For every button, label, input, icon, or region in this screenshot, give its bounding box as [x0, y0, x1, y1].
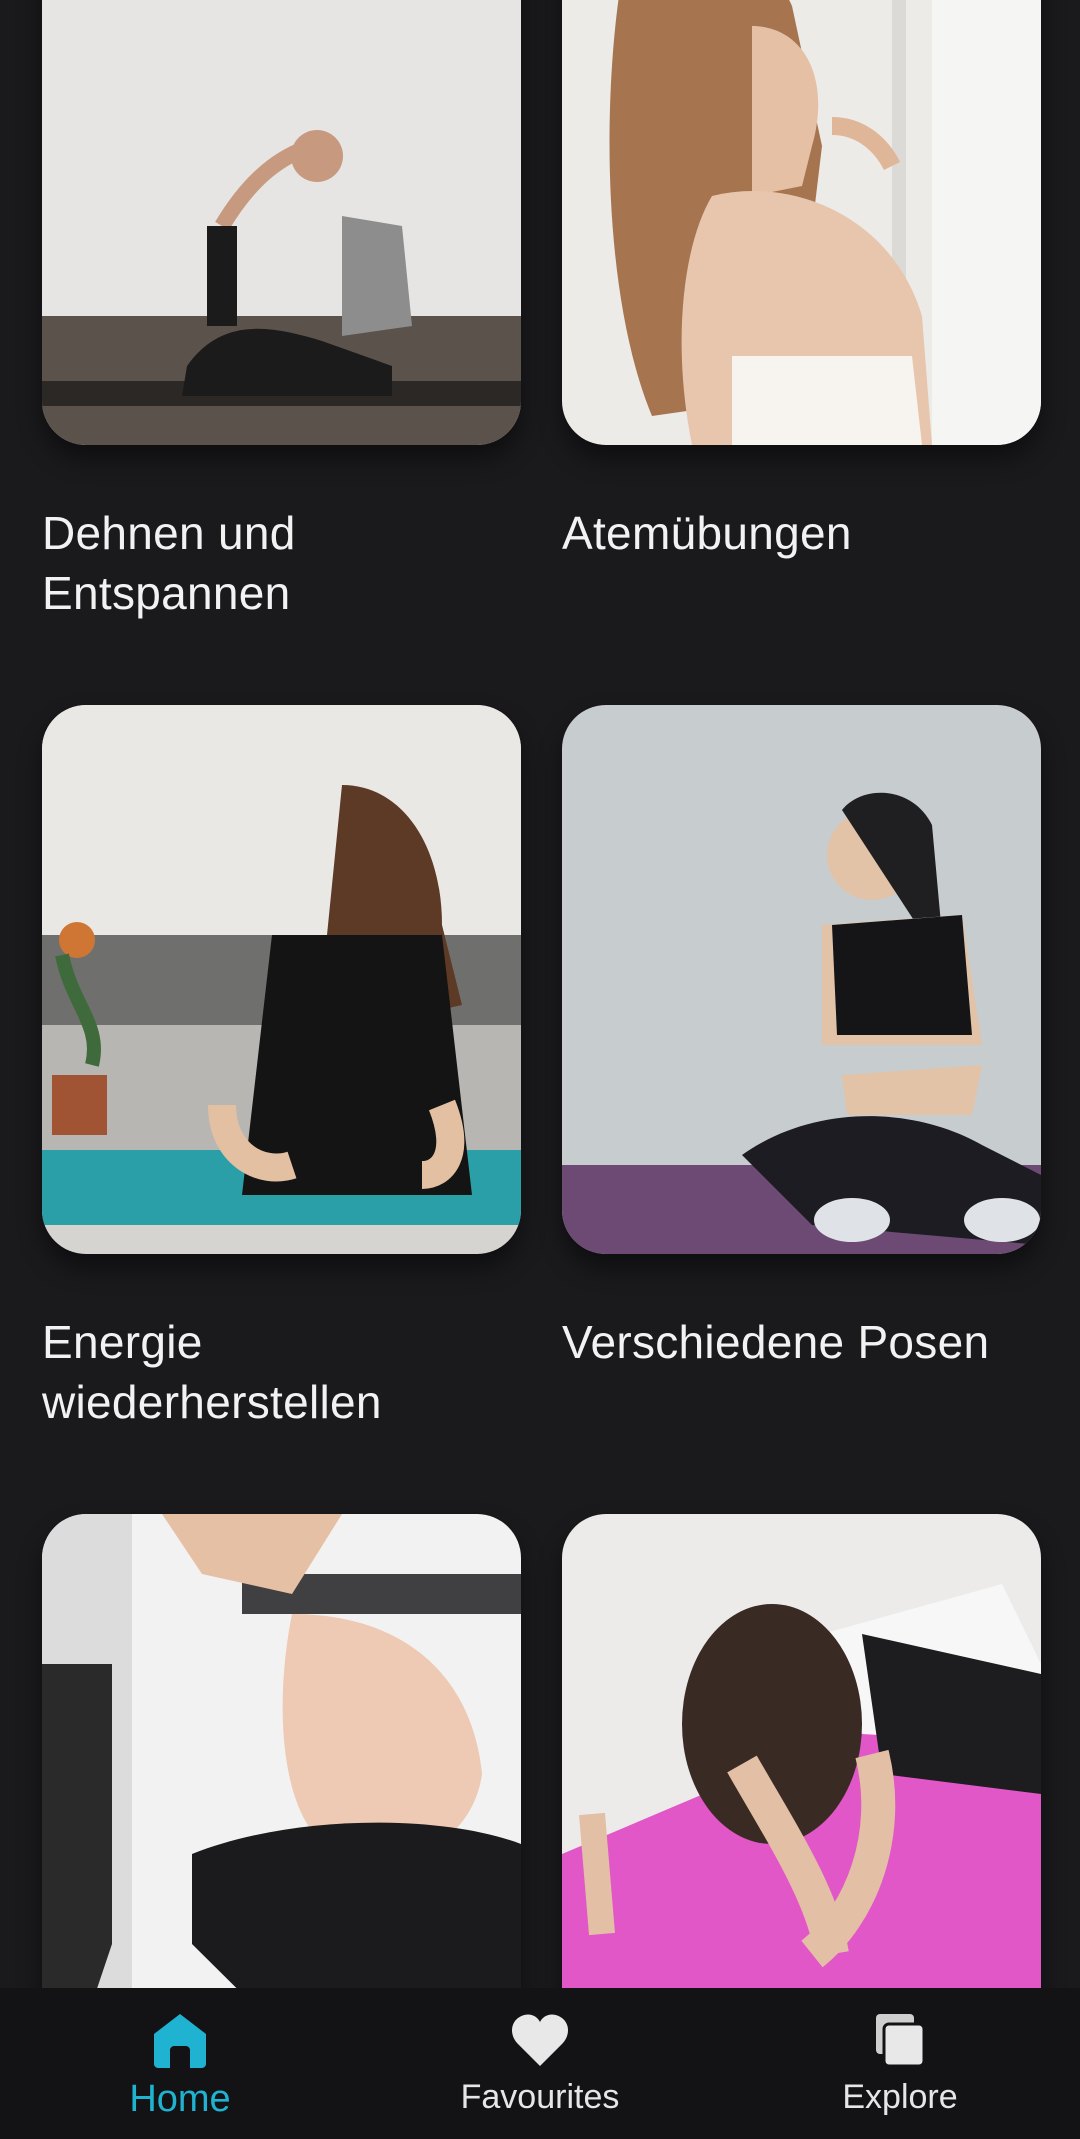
nav-explore-label: Explore [842, 2078, 958, 2116]
card-title: Energie wiederherstellen [42, 1316, 382, 1428]
card-image [42, 705, 521, 1254]
card-title: Dehnen und Entspannen [42, 507, 296, 619]
category-grid: Dehnen und Entspannen Atemübungen Energi… [0, 0, 1080, 1988]
card-image [42, 1514, 521, 1988]
category-card-breathing[interactable]: Atemübungen [562, 0, 1041, 563]
bottom-navigation: Home Favourites Explore [0, 1988, 1080, 2139]
category-card-relax[interactable] [562, 1514, 1041, 1988]
card-image [562, 705, 1041, 1254]
category-card-stretch[interactable]: Dehnen und Entspannen [42, 0, 521, 623]
card-image [562, 1514, 1041, 1988]
stacked-pages-icon [876, 2014, 926, 2068]
nav-home-label: Home [129, 2078, 231, 2120]
category-card-pregnancy[interactable] [42, 1514, 521, 1988]
home-icon [154, 2014, 206, 2068]
nav-home[interactable]: Home [0, 1988, 360, 2139]
nav-favourites-label: Favourites [460, 2078, 620, 2116]
nav-favourites[interactable]: Favourites [360, 1988, 720, 2139]
card-title: Atemübungen [562, 507, 852, 559]
category-card-poses[interactable]: Verschiedene Posen [562, 705, 1041, 1372]
card-image [562, 0, 1041, 445]
card-title: Verschiedene Posen [562, 1316, 990, 1368]
app-screen: Dehnen und Entspannen Atemübungen Energi… [0, 0, 1080, 2139]
nav-explore[interactable]: Explore [720, 1988, 1080, 2139]
card-image [42, 0, 521, 445]
heart-icon [512, 2014, 568, 2066]
category-card-energy[interactable]: Energie wiederherstellen [42, 705, 521, 1432]
